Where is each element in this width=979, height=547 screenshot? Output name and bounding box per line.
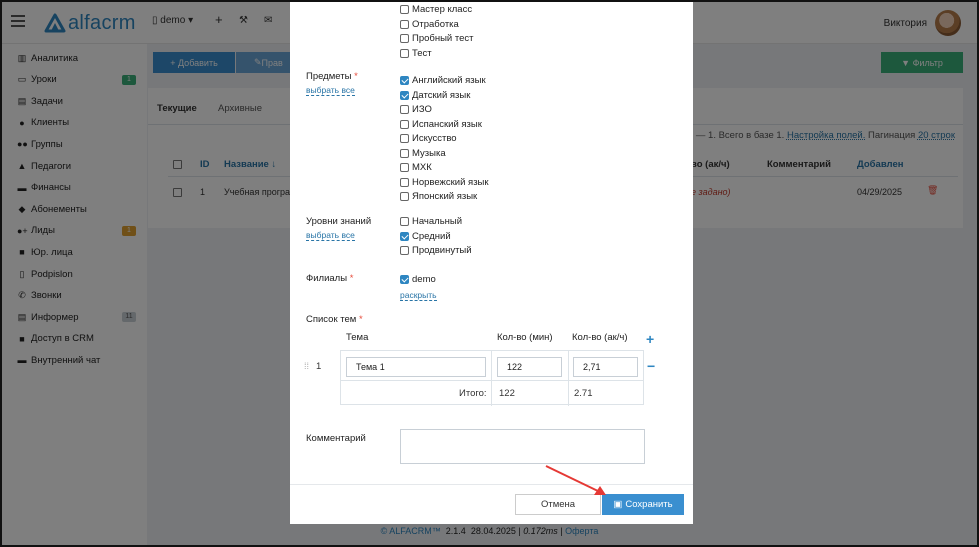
topics-divider: [568, 351, 569, 406]
drag-handle-icon[interactable]: ⁞⁞: [304, 361, 309, 371]
topics-label: Список тем *: [306, 314, 363, 325]
topics-col-topic: Тема: [346, 332, 369, 343]
checkbox-label: МХК: [412, 162, 432, 173]
total-ak: 2.71: [574, 388, 593, 399]
checkbox[interactable]: [400, 192, 409, 201]
checkbox-label: Испанский язык: [412, 118, 482, 130]
total-minutes: 122: [499, 388, 515, 399]
checkbox-label: Продвинутый: [412, 245, 472, 256]
checkbox-option[interactable]: Отработка: [400, 18, 459, 31]
checkbox[interactable]: [400, 119, 409, 129]
checkbox-label: Тест: [412, 47, 432, 59]
annotation-arrow: [545, 465, 606, 495]
checkbox-checked[interactable]: [400, 231, 409, 241]
checkbox-option[interactable]: Мастер класс: [400, 3, 472, 16]
save-label: Сохранить: [625, 499, 673, 510]
checkbox-option[interactable]: Норвежский язык: [400, 176, 489, 189]
checkbox-label: Музыка: [412, 147, 446, 159]
checkbox-label: Норвежский язык: [412, 176, 489, 188]
checkbox-label: Средний: [412, 230, 451, 242]
checkbox[interactable]: [400, 148, 409, 158]
checkbox-label: Японский язык: [412, 191, 478, 202]
subjects-select-all-link[interactable]: выбрать все: [306, 85, 355, 96]
topics-divider: [491, 351, 492, 406]
checkbox-option[interactable]: Начальный: [400, 215, 462, 228]
checkbox-option[interactable]: Датский язык: [400, 89, 470, 102]
checkbox[interactable]: [400, 105, 409, 114]
branches-label: Филиалы *: [306, 273, 354, 284]
save-button[interactable]: ▣ Сохранить: [602, 494, 684, 515]
total-label: Итого:: [459, 388, 487, 399]
checkbox[interactable]: [400, 134, 409, 143]
topics-col-minutes: Кол-во (мин): [497, 332, 553, 343]
topics-col-ak: Кол-во (ак/ч): [572, 332, 628, 343]
checkbox-label: Отработка: [412, 18, 459, 30]
checkbox-option[interactable]: Английский язык: [400, 74, 486, 87]
topics-table: Тема 1 122 2,71 Итого: 122 2.71: [340, 350, 644, 406]
checkbox-option[interactable]: МХК: [400, 161, 432, 174]
levels-label: Уровни знаний: [306, 216, 372, 227]
edit-program-modal: Предметы * выбрать все Уровни знаний выб…: [290, 2, 693, 524]
checkbox[interactable]: [400, 177, 409, 187]
checkbox-option[interactable]: demo: [400, 273, 436, 286]
checkbox[interactable]: [400, 217, 409, 226]
checkbox-checked[interactable]: [400, 76, 409, 85]
comment-label: Комментарий: [306, 433, 366, 444]
checkbox-option[interactable]: Средний: [400, 230, 451, 243]
screen: alfacrm ▯ demo ▾ + ⚒ ✉ Виктория ▥Аналити…: [0, 0, 979, 547]
checkbox-label: demo: [412, 274, 436, 285]
levels-select-all-link[interactable]: выбрать все: [306, 230, 355, 241]
modal-footer-divider: [290, 484, 693, 485]
topic-minutes-input[interactable]: 122: [497, 357, 562, 377]
checkbox[interactable]: [400, 34, 409, 43]
checkbox-label: Начальный: [412, 216, 463, 227]
checkbox-option[interactable]: Продвинутый: [400, 244, 472, 257]
topic-row-number: 1: [316, 361, 322, 372]
checkbox-label: Датский язык: [412, 89, 471, 101]
checkbox[interactable]: [400, 163, 409, 172]
checkbox-option[interactable]: Музыка: [400, 147, 446, 160]
checkbox[interactable]: [400, 5, 409, 14]
branches-expand-link[interactable]: раскрыть: [400, 290, 437, 301]
checkbox-option[interactable]: Пробный тест: [400, 32, 474, 45]
checkbox-label: Мастер класс: [412, 4, 473, 15]
floppy-disk-icon: ▣: [613, 499, 623, 510]
checkbox-label: Английский язык: [412, 75, 486, 86]
checkbox-checked[interactable]: [400, 275, 409, 284]
topic-name-input[interactable]: Тема 1: [346, 357, 486, 377]
checkbox-checked[interactable]: [400, 90, 409, 100]
checkbox-option[interactable]: ИЗО: [400, 103, 432, 116]
checkbox[interactable]: [400, 246, 409, 255]
subjects-label: Предметы *: [306, 71, 358, 82]
checkbox-option[interactable]: Искусство: [400, 132, 457, 145]
comment-textarea[interactable]: [400, 429, 645, 464]
remove-topic-icon[interactable]: −: [647, 358, 655, 374]
checkbox-option[interactable]: Тест: [400, 47, 432, 60]
topics-divider: [341, 380, 643, 381]
checkbox-label: Пробный тест: [412, 33, 474, 44]
checkbox-option[interactable]: Испанский язык: [400, 118, 482, 131]
checkbox-label: ИЗО: [412, 104, 432, 115]
checkbox-label: Искусство: [412, 133, 457, 144]
add-topic-icon[interactable]: +: [646, 331, 654, 347]
checkbox[interactable]: [400, 48, 409, 58]
checkbox[interactable]: [400, 19, 409, 29]
topic-ak-input[interactable]: 2,71: [573, 357, 638, 377]
checkbox-option[interactable]: Японский язык: [400, 190, 477, 203]
